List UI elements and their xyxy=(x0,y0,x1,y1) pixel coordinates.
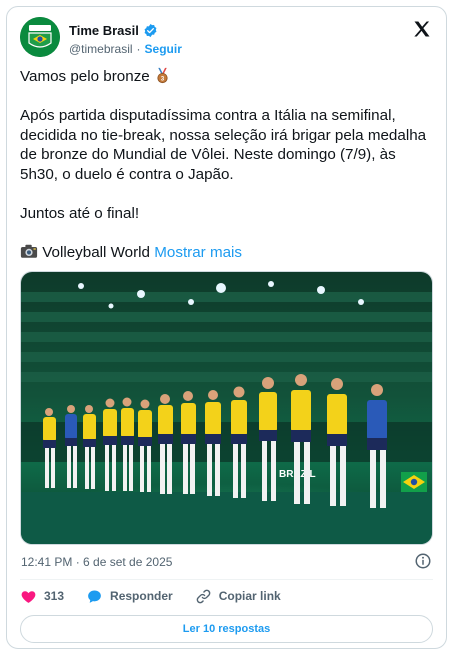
verified-badge-icon xyxy=(144,23,157,38)
tweet-timestamp[interactable]: 12:41 PM · 6 de set de 2025 xyxy=(21,555,172,569)
author-name[interactable]: Time Brasil xyxy=(69,23,139,38)
divider xyxy=(20,579,433,580)
3rd-place-medal-icon: 3 xyxy=(157,67,168,84)
heart-icon xyxy=(21,590,36,603)
avatar[interactable] xyxy=(20,17,60,57)
tweet-line-3: Juntos até o final! xyxy=(20,204,140,222)
team-logo-icon xyxy=(20,17,60,57)
author-name-row: Time Brasil xyxy=(69,23,158,38)
like-button[interactable]: 313 xyxy=(20,588,64,605)
tweet-card: Time Brasil @timebrasil · Seguir Vamos p… xyxy=(6,6,447,649)
read-replies-button[interactable]: Ler 10 respostas xyxy=(20,615,433,643)
copy-link-label: Copiar link xyxy=(218,589,281,603)
team-lineup-photo: BRAZIL xyxy=(21,272,432,544)
author-handle-row: @timebrasil · Seguir xyxy=(69,42,182,56)
info-icon[interactable] xyxy=(414,552,432,570)
tweet-line-2: Após partida disputadíssima contra a Itá… xyxy=(20,107,427,183)
like-count: 313 xyxy=(44,589,65,603)
reply-bubble-icon xyxy=(88,589,101,603)
reply-button[interactable]: Responder xyxy=(86,588,173,605)
show-more-link[interactable]: Mostrar mais xyxy=(154,244,242,261)
tweet-line-1: Vamos pelo bronze 3 xyxy=(20,67,435,87)
tweet-text: Vamos pelo bronze 3 Após partida disputa… xyxy=(20,67,435,262)
tweet-photo[interactable]: BRAZIL xyxy=(20,271,433,545)
link-icon xyxy=(196,589,211,603)
copy-link-button[interactable]: Copiar link xyxy=(195,588,281,605)
camera-icon xyxy=(20,244,38,258)
action-bar: 313 Responder Copiar link xyxy=(20,585,303,607)
x-logo-icon[interactable] xyxy=(412,19,432,39)
reply-label: Responder xyxy=(110,589,173,603)
follow-button[interactable]: Seguir xyxy=(145,42,182,56)
tweet-line-4: Volleyball World Mostrar mais xyxy=(20,243,435,263)
separator-dot: · xyxy=(136,42,141,56)
author-handle[interactable]: @timebrasil xyxy=(69,42,133,56)
